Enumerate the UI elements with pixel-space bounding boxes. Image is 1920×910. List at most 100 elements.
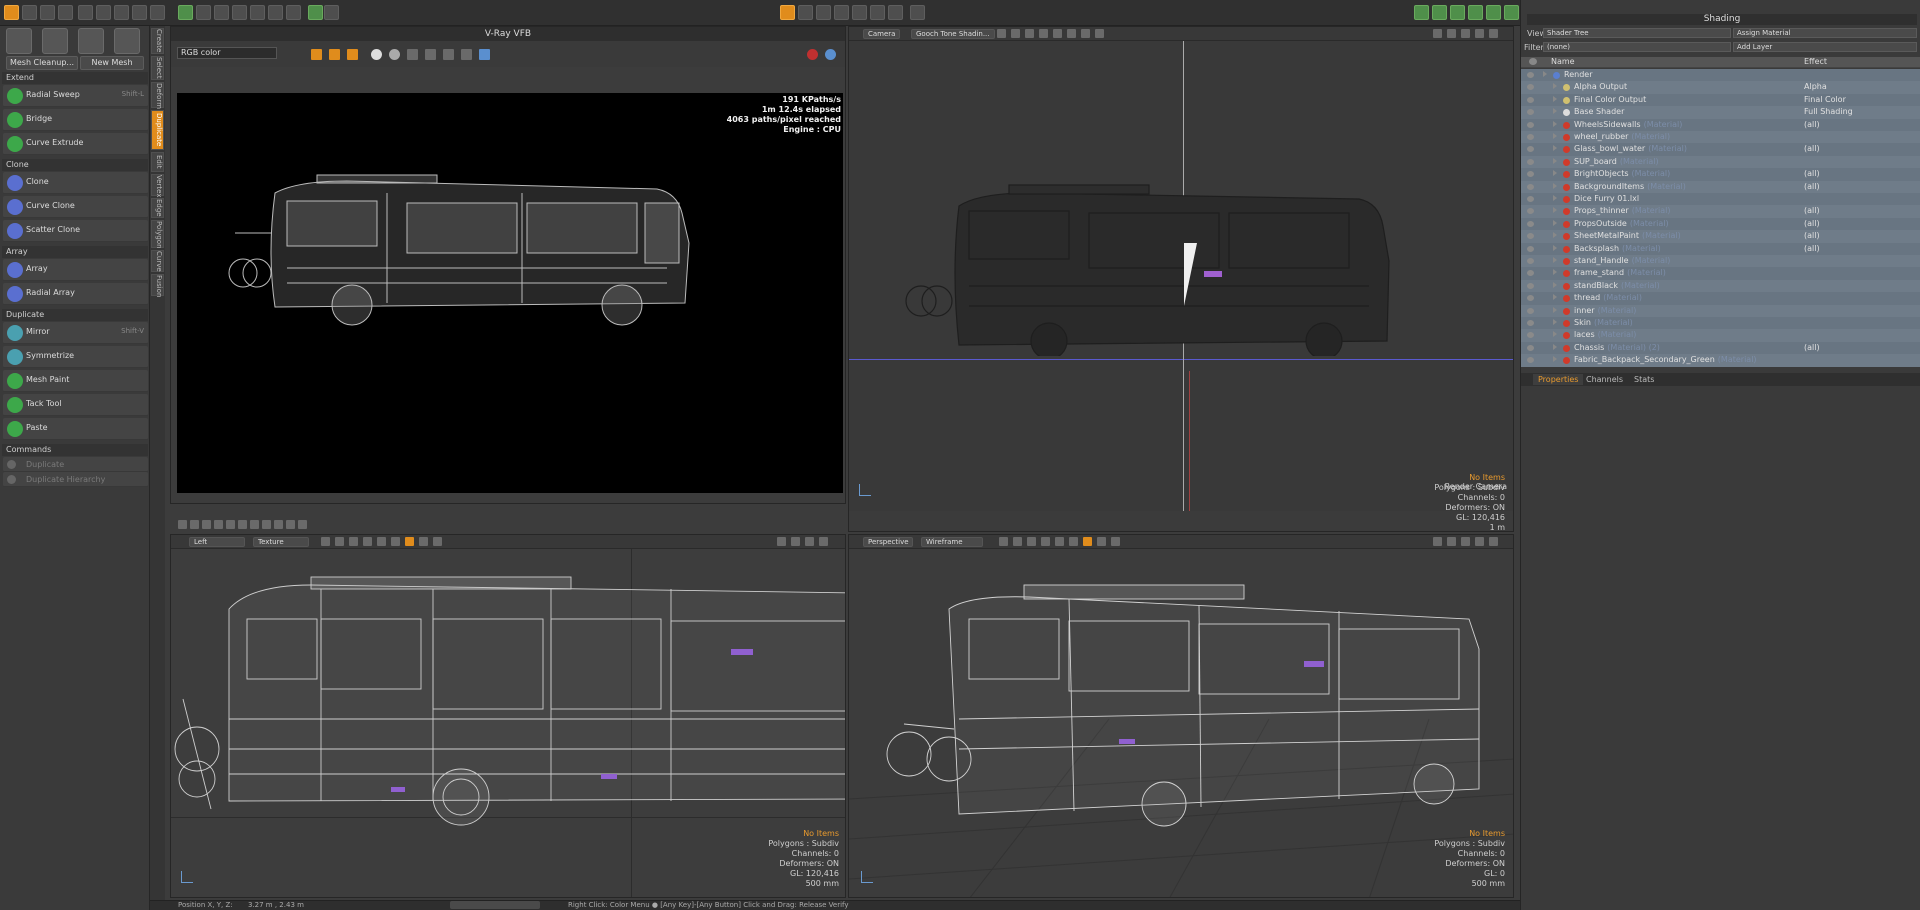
g-channel-icon[interactable] <box>329 49 340 60</box>
display-icon[interactable] <box>479 49 490 60</box>
visibility-eye-icon[interactable] <box>1527 357 1534 364</box>
mesh-icon[interactable] <box>178 5 193 20</box>
shader-tree-row[interactable]: BackgroundItems (Material) (all) <box>1521 180 1920 193</box>
folder-icon[interactable] <box>425 49 436 60</box>
expand-arrow-icon[interactable] <box>1553 157 1557 164</box>
uv-icon[interactable] <box>232 5 247 20</box>
render-teapot-icon[interactable] <box>825 49 836 60</box>
expand-arrow-icon[interactable] <box>1553 95 1557 102</box>
tab-stats[interactable]: Stats <box>1629 374 1659 385</box>
visibility-eye-icon[interactable] <box>1527 109 1534 116</box>
vtab-fusion[interactable]: Fusion <box>151 274 164 297</box>
visibility-eye-icon[interactable] <box>1527 134 1534 140</box>
list-icon[interactable] <box>1414 5 1429 20</box>
vp-option-active-icon[interactable] <box>1083 537 1092 546</box>
brush-icon[interactable] <box>78 5 93 20</box>
tree-icon[interactable] <box>1432 5 1447 20</box>
left-canvas[interactable] <box>171 549 845 897</box>
shader-tree-row[interactable]: Alpha Output Alpha <box>1521 81 1920 94</box>
tool-mesh-paint[interactable]: Mesh Paint <box>3 370 148 392</box>
status-toggle[interactable] <box>450 901 540 909</box>
persp-canvas[interactable] <box>849 549 1513 897</box>
shader-tree-row[interactable]: inner (Material) <box>1521 304 1920 317</box>
new-mesh-button[interactable]: New Mesh <box>80 56 144 70</box>
visibility-eye-icon[interactable] <box>1527 146 1534 153</box>
tool-tack-tool[interactable]: Tack Tool <box>3 394 148 416</box>
layout-icon[interactable] <box>4 5 19 20</box>
vp-option-icon[interactable] <box>1039 29 1048 38</box>
expand-arrow-icon[interactable] <box>1553 257 1557 263</box>
expand-arrow-icon[interactable] <box>1553 319 1557 325</box>
vp-option-icon[interactable] <box>1067 29 1076 38</box>
tool-duplicate[interactable]: Duplicate <box>3 457 148 472</box>
visibility-eye-icon[interactable] <box>1527 84 1534 91</box>
shader-tree-row[interactable]: thread (Material) <box>1521 292 1920 305</box>
shader-tree-row[interactable]: frame_stand (Material) <box>1521 267 1920 280</box>
expand-arrow-icon[interactable] <box>1553 133 1557 139</box>
vp-option-icon[interactable] <box>1111 537 1120 546</box>
expand-arrow-icon[interactable] <box>1553 195 1557 201</box>
shader-tree-row[interactable]: standBlack (Material) <box>1521 279 1920 293</box>
expand-arrow-icon[interactable] <box>1553 281 1557 288</box>
expand-arrow-icon[interactable] <box>1553 356 1557 363</box>
white-circle-icon[interactable] <box>371 49 382 60</box>
visibility-eye-icon[interactable] <box>1527 307 1534 314</box>
visibility-eye-icon[interactable] <box>1527 171 1534 178</box>
view-select[interactable]: Shader Tree <box>1543 28 1731 38</box>
tool-array[interactable]: Array <box>3 259 148 281</box>
left-viewport[interactable]: Left Texture No Items Polygons: Subdiv … <box>170 534 846 898</box>
shader-tree-row[interactable]: laces (Material) <box>1521 329 1920 342</box>
expand-arrow-icon[interactable] <box>1553 182 1557 189</box>
visibility-eye-icon[interactable] <box>1527 282 1534 289</box>
tab-properties[interactable]: Properties <box>1533 374 1584 385</box>
tool-tab-4[interactable] <box>114 28 140 54</box>
circle-icon[interactable] <box>96 5 111 20</box>
tool-symmetrize[interactable]: Symmetrize <box>3 346 148 368</box>
pivot-mode-icon[interactable] <box>870 5 885 20</box>
maximize-icon[interactable] <box>805 537 814 546</box>
shading-mode-tab[interactable]: Gooch Tone Shadin... <box>911 29 995 39</box>
sculpt-icon[interactable] <box>214 5 229 20</box>
texture-mode-tab[interactable]: Texture <box>253 537 309 547</box>
layers-icon[interactable] <box>250 5 265 20</box>
tool-paste[interactable]: Paste <box>3 418 148 440</box>
shader-tree-row[interactable]: WheelsSidewalls (Material) (all) <box>1521 118 1920 131</box>
plus-icon[interactable] <box>910 5 925 20</box>
channel-select[interactable]: RGB color <box>177 47 277 59</box>
selection-mode-icon[interactable] <box>780 5 795 20</box>
shader-tree-row[interactable]: SheetMetalPaint (Material) (all) <box>1521 230 1920 243</box>
pan-icon[interactable] <box>1433 29 1442 38</box>
zoom-icon[interactable] <box>1461 537 1470 546</box>
visibility-eye-icon[interactable] <box>1527 245 1534 252</box>
visibility-eye-icon[interactable] <box>1527 258 1534 264</box>
image-icon[interactable] <box>1450 5 1465 20</box>
vp-option-icon[interactable] <box>1025 29 1034 38</box>
vp-option-icon[interactable] <box>1011 29 1020 38</box>
shader-tree-row[interactable]: Glass_bowl_water (Material) (all) <box>1521 143 1920 156</box>
section-header-clone[interactable]: Clone <box>2 159 148 171</box>
shader-tree-row[interactable]: Final Color Output Final Color <box>1521 93 1920 107</box>
visibility-eye-icon[interactable] <box>1527 72 1534 78</box>
perspective-tab[interactable]: Perspective <box>863 537 913 547</box>
gear-icon[interactable] <box>132 5 147 20</box>
history-icon[interactable] <box>262 520 271 529</box>
save-icon[interactable] <box>407 49 418 60</box>
expand-arrow-icon[interactable] <box>1553 83 1557 90</box>
history-icon[interactable] <box>178 520 187 529</box>
vtab-duplicate[interactable]: Duplicate <box>151 110 164 150</box>
vp-option-icon[interactable] <box>1027 537 1036 546</box>
section-header-extend[interactable]: Extend <box>2 72 148 84</box>
tool-radial-sweep[interactable]: Radial Sweep Shift-L <box>3 85 148 107</box>
shader-tree-row[interactable]: SUP_board (Material) <box>1521 155 1920 169</box>
section-header-array[interactable]: Array <box>2 246 148 258</box>
shader-tree-row[interactable]: stand_Handle (Material) <box>1521 255 1920 268</box>
vtab-deform[interactable]: Deform <box>151 82 164 109</box>
vp-option-icon[interactable] <box>1041 537 1050 546</box>
maximize-icon[interactable] <box>1475 29 1484 38</box>
vp-option-icon[interactable] <box>1069 537 1078 546</box>
shader-tree-row[interactable]: Render <box>1521 69 1920 82</box>
settings-icon[interactable] <box>1489 537 1498 546</box>
tool-clone[interactable]: Clone <box>3 172 148 194</box>
tool-tab-3[interactable] <box>78 28 104 54</box>
shader-tree-row[interactable]: Chassis (Material) (2) (all) <box>1521 341 1920 355</box>
